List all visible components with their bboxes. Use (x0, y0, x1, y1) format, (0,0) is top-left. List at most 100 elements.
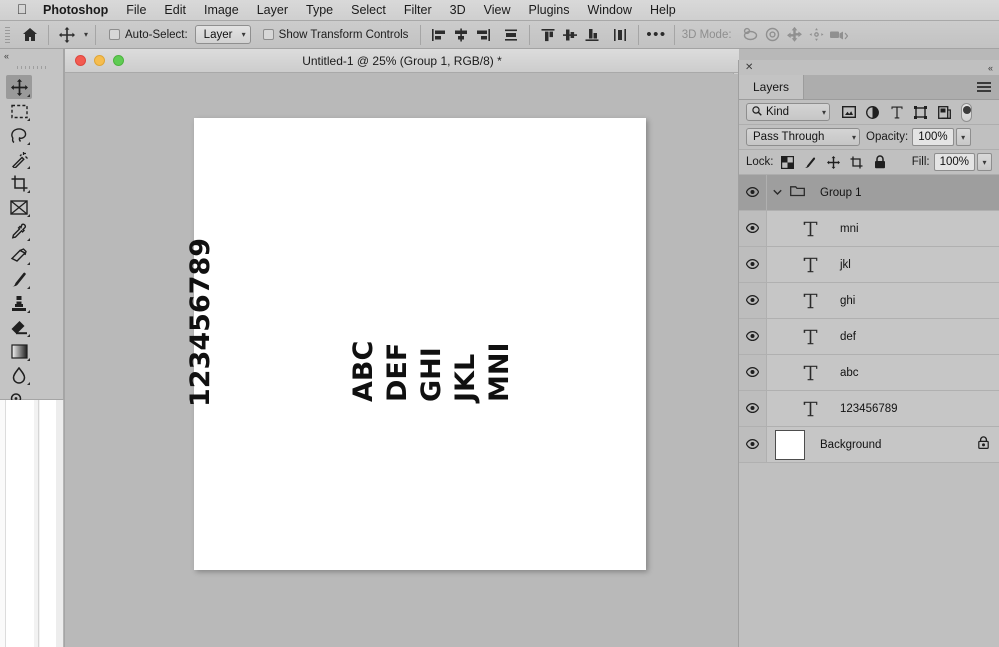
distribute-horizontally-icon[interactable] (500, 24, 522, 46)
type-layer-thumbnail-icon[interactable] (795, 257, 825, 273)
group-disclosure-chevron-down-icon[interactable] (771, 189, 783, 196)
align-bottom-edges-icon[interactable] (581, 24, 603, 46)
blend-mode-dropdown[interactable]: Pass Through ▾ (746, 128, 860, 146)
blur-tool[interactable] (6, 363, 32, 387)
canvas-text-2[interactable]: DEF (382, 343, 413, 402)
tab-layers[interactable]: Layers (739, 75, 805, 99)
type-layer-thumbnail-icon[interactable] (795, 221, 825, 237)
close-panel-icon[interactable]: ✕ (745, 62, 753, 73)
frame-tool[interactable] (6, 195, 32, 219)
collapse-panel-icon[interactable]: « (0, 49, 63, 62)
apple-logo-icon[interactable]:  (10, 2, 34, 18)
lock-artboard-nesting-icon[interactable] (850, 155, 864, 169)
fill-stepper[interactable]: ▾ (977, 153, 992, 171)
healing-brush-tool[interactable] (6, 243, 32, 267)
more-align-options-button[interactable]: ••• (646, 27, 666, 42)
layer-row[interactable]: def (739, 319, 999, 355)
layer-visibility-toggle[interactable] (739, 283, 767, 318)
brush-tool[interactable] (6, 267, 32, 291)
panel-menu-icon[interactable] (977, 82, 991, 92)
minimize-window-button[interactable] (94, 55, 105, 66)
layer-visibility-toggle[interactable] (739, 355, 767, 390)
align-horizontal-centers-icon[interactable] (450, 24, 472, 46)
align-right-edges-icon[interactable] (472, 24, 494, 46)
menu-item-plugins[interactable]: Plugins (520, 0, 579, 21)
clone-stamp-tool[interactable] (6, 291, 32, 315)
auto-select-checkbox[interactable] (109, 29, 121, 40)
layer-row[interactable]: ghi (739, 283, 999, 319)
lock-all-icon[interactable] (873, 155, 887, 169)
filter-adjustment-layers-icon[interactable] (865, 105, 880, 120)
collapse-panels-icon[interactable]: « (988, 63, 993, 73)
layer-thumbnail[interactable] (775, 429, 805, 460)
auto-select-target-dropdown[interactable]: Layer ▾ (194, 25, 251, 44)
filter-kind-dropdown[interactable]: Kind ▾ (746, 103, 830, 121)
type-layer-thumbnail-icon[interactable] (795, 293, 825, 309)
menu-item-photoshop[interactable]: Photoshop (34, 0, 117, 21)
canvas[interactable]: 123456789 ABC DEF GHI JKL MNI (185, 118, 646, 570)
align-vertical-centers-icon[interactable] (559, 24, 581, 46)
menu-item-layer[interactable]: Layer (248, 0, 297, 21)
show-transform-checkbox[interactable] (262, 29, 274, 40)
filter-enable-toggle[interactable] (961, 102, 972, 122)
canvas-stage[interactable]: 123456789 ABC DEF GHI JKL MNI (65, 74, 739, 647)
options-bar-grip[interactable] (3, 24, 13, 45)
layer-visibility-toggle[interactable] (739, 175, 767, 210)
move-tool-icon[interactable] (56, 24, 78, 46)
move-tool[interactable] (6, 75, 32, 99)
layer-visibility-toggle[interactable] (739, 391, 767, 426)
filter-shape-layers-icon[interactable] (913, 105, 928, 120)
opacity-input[interactable]: 100% (912, 128, 954, 146)
home-icon[interactable] (19, 24, 41, 46)
type-layer-thumbnail-icon[interactable] (795, 329, 825, 345)
menu-item-select[interactable]: Select (342, 0, 395, 21)
filter-smart-object-layers-icon[interactable] (937, 105, 952, 120)
layer-visibility-toggle[interactable] (739, 211, 767, 246)
fill-input[interactable]: 100% (933, 153, 975, 171)
canvas-text-0[interactable]: 123456789 (185, 238, 216, 407)
layer-row[interactable]: mni (739, 211, 999, 247)
layer-visibility-toggle[interactable] (739, 427, 767, 462)
layer-row[interactable]: Group 1 (739, 175, 999, 211)
menu-item-help[interactable]: Help (641, 0, 685, 21)
menu-item-image[interactable]: Image (195, 0, 248, 21)
menu-item-edit[interactable]: Edit (155, 0, 195, 21)
close-window-button[interactable] (75, 55, 86, 66)
layer-visibility-toggle[interactable] (739, 247, 767, 282)
layer-row[interactable]: abc (739, 355, 999, 391)
layer-row[interactable]: 123456789 (739, 391, 999, 427)
distribute-vertically-icon[interactable] (609, 24, 631, 46)
lock-position-icon[interactable] (827, 155, 841, 169)
eraser-tool[interactable] (6, 315, 32, 339)
layer-row[interactable]: Background (739, 427, 999, 463)
menu-item-file[interactable]: File (117, 0, 155, 21)
lock-transparent-pixels-icon[interactable] (781, 155, 795, 169)
eyedropper-tool[interactable] (6, 219, 32, 243)
align-left-edges-icon[interactable] (428, 24, 450, 46)
zoom-window-button[interactable] (113, 55, 124, 66)
filter-pixel-layers-icon[interactable] (841, 105, 856, 120)
lasso-tool[interactable] (6, 123, 32, 147)
menu-item-window[interactable]: Window (579, 0, 641, 21)
menu-item-type[interactable]: Type (297, 0, 342, 21)
rectangular-marquee-tool[interactable] (6, 99, 32, 123)
menu-item-view[interactable]: View (475, 0, 520, 21)
layer-visibility-toggle[interactable] (739, 319, 767, 354)
menu-item-filter[interactable]: Filter (395, 0, 441, 21)
layer-row[interactable]: jkl (739, 247, 999, 283)
menu-item-3d[interactable]: 3D (441, 0, 475, 21)
toolbar-grip[interactable] (16, 62, 47, 72)
canvas-text-4[interactable]: JKL (450, 354, 481, 402)
type-layer-thumbnail-icon[interactable] (795, 365, 825, 381)
crop-tool[interactable] (6, 171, 32, 195)
type-layer-thumbnail-icon[interactable] (795, 401, 825, 417)
canvas-text-5[interactable]: MNI (484, 342, 515, 402)
magic-wand-tool[interactable] (6, 147, 32, 171)
lock-image-pixels-icon[interactable] (804, 155, 818, 169)
align-top-edges-icon[interactable] (537, 24, 559, 46)
tool-preset-chevron-down-icon[interactable]: ▾ (84, 30, 88, 39)
gradient-tool[interactable] (6, 339, 32, 363)
filter-type-layers-icon[interactable] (889, 105, 904, 120)
opacity-stepper[interactable]: ▾ (955, 128, 971, 146)
canvas-text-1[interactable]: ABC (348, 341, 379, 402)
